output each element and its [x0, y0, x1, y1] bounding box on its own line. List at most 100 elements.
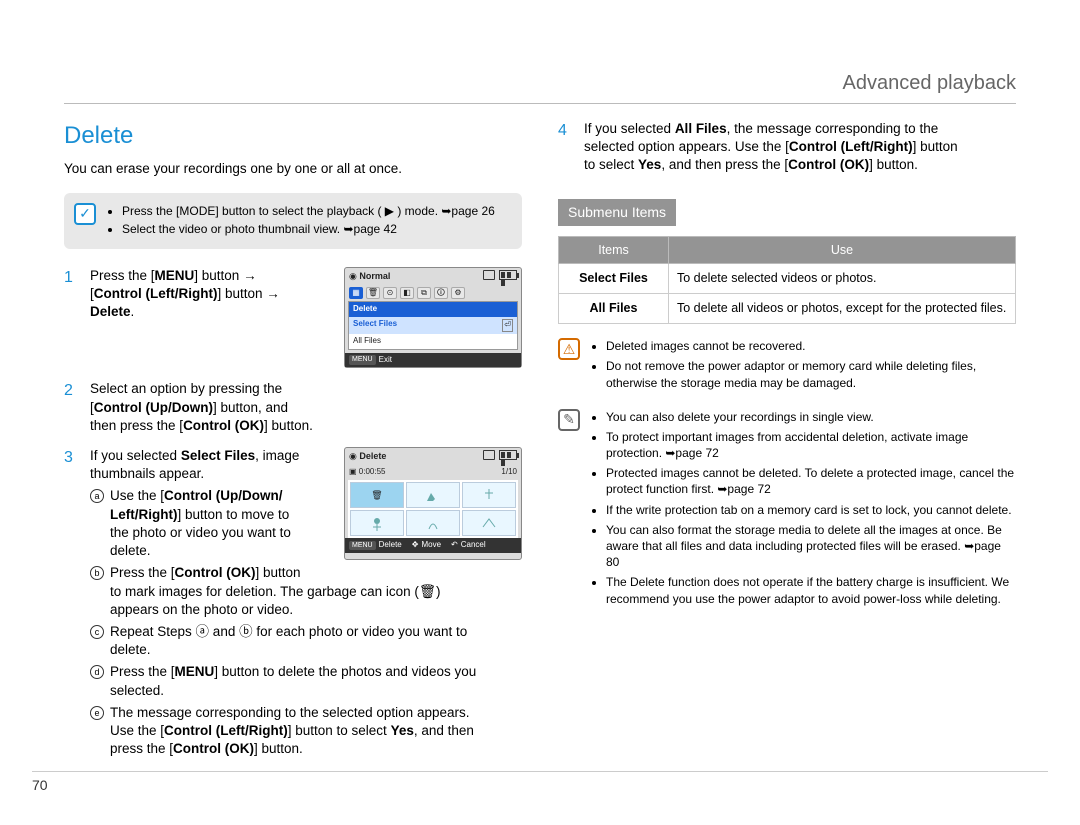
back-icon: ↶ — [451, 540, 458, 551]
t: Control (Left/Right) — [164, 723, 288, 738]
th-items: Items — [559, 236, 669, 264]
substep-a: aUse the [Control (Up/Down/Left/Right)] … — [90, 487, 332, 560]
t: If you selected — [90, 448, 181, 463]
t: , image — [255, 448, 299, 463]
prereq-item: Select the video or photo thumbnail view… — [122, 221, 495, 237]
left-column: Delete You can erase your recordings one… — [64, 120, 522, 770]
step-2: 2 Select an option by pressing the [Cont… — [64, 380, 522, 435]
prereq-item: Press the [MODE] button to select the pl… — [122, 203, 495, 219]
t: ] button to move to — [177, 507, 289, 522]
warning-list: Deleted images cannot be recovered. Do n… — [590, 338, 1016, 395]
t: appears on the photo or video. — [110, 602, 293, 617]
scr-tab-row: ▦ 🗑 ⊙ ◧ ⧉ 🛈 ⚙ — [345, 285, 521, 301]
t: ] button to select — [288, 723, 391, 738]
disc-icon: ◉ — [349, 271, 357, 281]
substep-b: bPress the [Control (OK)] buttonto mark … — [90, 564, 522, 619]
t: Use the [ — [110, 723, 164, 738]
t: Cancel — [461, 540, 486, 551]
t: Repeat Steps ⓐ and ⓑ for each photo or v… — [110, 624, 467, 639]
t: Select Files — [353, 319, 397, 332]
t: Use the [ — [110, 488, 164, 503]
info-icon: ✎ — [558, 409, 580, 431]
t: ] button, and — [213, 400, 288, 415]
step-body: If you selected Select Files, image thum… — [90, 447, 522, 759]
thumb — [462, 482, 516, 508]
list-item: If the write protection tab on a memory … — [606, 502, 1016, 518]
table-header-row: Items Use — [559, 236, 1016, 264]
battery-icon — [483, 450, 517, 463]
circle-a-icon: a — [90, 489, 104, 503]
substep-c: cRepeat Steps ⓐ and ⓑ for each photo or … — [90, 623, 522, 659]
list-item: Deleted images cannot be recovered. — [606, 338, 1016, 354]
t: Control (Left/Right) — [94, 286, 218, 301]
t: MENU — [155, 268, 195, 283]
menu-item-selected: Select Files ⏎ — [349, 317, 517, 334]
t: ] button. — [869, 157, 918, 172]
t: then press the [ — [90, 418, 183, 433]
td-desc: To delete all videos or photos, except f… — [669, 294, 1016, 324]
ok-icon: ⏎ — [502, 319, 513, 332]
t: thumbnails appear. — [90, 466, 204, 481]
menu-title: Delete — [349, 302, 517, 317]
tab-icon: ⊙ — [383, 287, 397, 299]
circle-e-icon: e — [90, 706, 104, 720]
thumb — [406, 510, 460, 536]
t: Control (OK) — [173, 741, 254, 756]
t: Control (Left/Right) — [789, 139, 913, 154]
page-title: Advanced playback — [843, 72, 1016, 94]
nav-icon: ✥ — [412, 540, 419, 551]
tab-icon: ◧ — [400, 287, 414, 299]
warning-note: ⚠ Deleted images cannot be recovered. Do… — [558, 338, 1016, 395]
list-item: The Delete function does not operate if … — [606, 574, 1016, 606]
tab-icon: 🛈 — [434, 287, 448, 299]
page-header: Advanced playback — [64, 70, 1016, 104]
table-row: Select Files To delete selected videos o… — [559, 264, 1016, 294]
t: ] button. — [264, 418, 313, 433]
step-number: 2 — [64, 380, 80, 435]
step-number: 1 — [64, 267, 80, 368]
right-column: 4 If you selected All Files, the message… — [558, 120, 1016, 770]
td-item: All Files — [559, 294, 669, 324]
check-icon: ✓ — [74, 203, 96, 225]
step-body: If you selected All Files, the message c… — [584, 120, 1016, 175]
t: 1/10 — [501, 467, 517, 478]
t: Move — [421, 540, 441, 551]
t: to select — [584, 157, 638, 172]
thumb — [350, 510, 404, 536]
t: Yes — [638, 157, 661, 172]
t: The message corresponding to the selecte… — [110, 705, 469, 720]
lcd-screenshot-thumbnails: ◉ Delete ▣ 0:00:55 1/10 🗑 — [344, 447, 522, 560]
t: , and then press the [ — [661, 157, 788, 172]
t: Control (Up/Down) — [94, 400, 213, 415]
step-body: Press the [MENU] button → [Control (Left… — [90, 267, 328, 368]
t: 0:00:55 — [359, 467, 386, 476]
info-list: You can also delete your recordings in s… — [590, 409, 1016, 611]
t: Press the [ — [90, 268, 155, 283]
t: . — [131, 304, 135, 319]
circle-b-icon: b — [90, 566, 104, 580]
t: Select an option by pressing the — [90, 381, 282, 396]
substep-d: dPress the [MENU] button to delete the p… — [90, 663, 522, 699]
t: to mark images for deletion. The garbage… — [110, 584, 441, 599]
t: the photo or video you want to — [110, 525, 291, 540]
t: ] button — [217, 286, 266, 301]
tab-icon: 🗑 — [366, 287, 380, 299]
th-use: Use — [669, 236, 1016, 264]
t: delete. — [110, 642, 151, 657]
t: ] button — [194, 268, 243, 283]
substep-e: e The message corresponding to the select… — [90, 704, 522, 759]
prerequisite-note: ✓ Press the [MODE] button to select the … — [64, 193, 522, 249]
step-3: 3 If you selected Select Files, image th… — [64, 447, 522, 759]
circle-d-icon: d — [90, 665, 104, 679]
t: All Files — [675, 121, 727, 136]
warning-icon: ⚠ — [558, 338, 580, 360]
t: ] button — [256, 565, 301, 580]
td-item: Select Files — [559, 264, 669, 294]
t: ] button to delete the photos and videos… — [214, 664, 476, 679]
disc-icon: ◉ — [349, 451, 357, 461]
arrow-icon: → — [266, 286, 280, 301]
step-1: 1 Press the [MENU] button → [Control (Le… — [64, 267, 522, 368]
t: Control (OK) — [175, 565, 256, 580]
arrow-icon: → — [243, 268, 257, 283]
step-number: 3 — [64, 447, 80, 469]
